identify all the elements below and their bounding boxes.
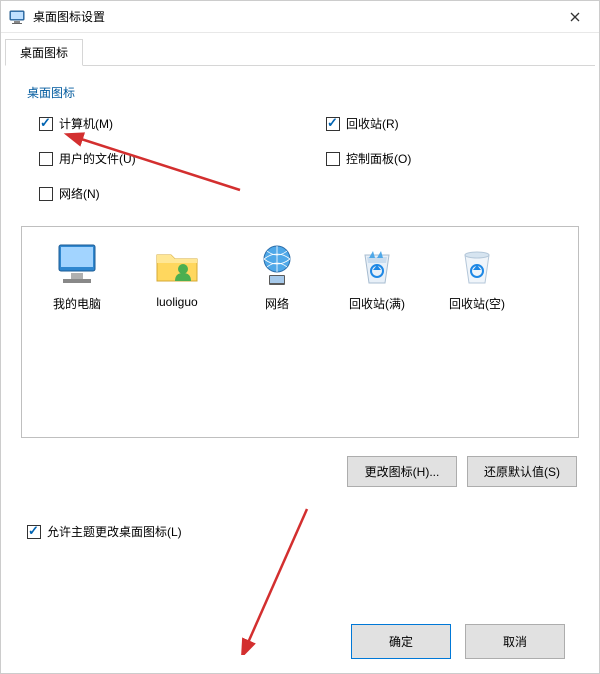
dialog-buttons: 确定 取消 xyxy=(21,614,579,663)
icon-item-recycle-full[interactable]: 回收站(满) xyxy=(332,241,422,312)
checkbox-box xyxy=(39,187,53,201)
recycle-full-icon xyxy=(353,241,401,289)
icon-label: 回收站(空) xyxy=(449,295,505,312)
icon-label: 回收站(满) xyxy=(349,295,405,312)
cancel-button[interactable]: 取消 xyxy=(465,624,565,659)
allow-themes-row: 允许主题更改桌面图标(L) xyxy=(27,523,579,542)
checkbox-label: 网络(N) xyxy=(59,185,100,202)
recycle-empty-icon xyxy=(453,241,501,289)
titlebar: 桌面图标设置 xyxy=(1,1,599,33)
checkbox-userfiles[interactable]: 用户的文件(U) xyxy=(39,150,286,167)
checkbox-box xyxy=(39,117,53,131)
network-icon xyxy=(253,241,301,289)
computer-icon xyxy=(53,241,101,289)
checkbox-box xyxy=(326,117,340,131)
icon-buttons-row: 更改图标(H)... 还原默认值(S) xyxy=(21,456,577,487)
icon-label: 网络 xyxy=(265,295,289,312)
group-label: 桌面图标 xyxy=(27,84,579,101)
window-title: 桌面图标设置 xyxy=(33,8,553,25)
checkbox-allow-themes[interactable]: 允许主题更改桌面图标(L) xyxy=(27,523,182,540)
restore-default-button[interactable]: 还原默认值(S) xyxy=(467,456,577,487)
icon-label: luoliguo xyxy=(156,295,197,309)
icon-item-recycle-empty[interactable]: 回收站(空) xyxy=(432,241,522,312)
checkbox-computer[interactable]: 计算机(M) xyxy=(39,115,286,132)
change-icon-button[interactable]: 更改图标(H)... xyxy=(347,456,457,487)
ok-button[interactable]: 确定 xyxy=(351,624,451,659)
close-button[interactable] xyxy=(553,2,597,32)
checkbox-box xyxy=(326,152,340,166)
content-area: 桌面图标 桌面图标 计算机(M) 回收站(R) 用户的文件(U) xyxy=(1,33,599,673)
checkbox-label: 回收站(R) xyxy=(346,115,399,132)
folder-user-icon xyxy=(153,241,201,289)
tab-strip: 桌面图标 xyxy=(5,39,595,66)
icon-item-network[interactable]: 网络 xyxy=(232,241,322,312)
icon-item-pc[interactable]: 我的电脑 xyxy=(32,241,122,312)
icon-label: 我的电脑 xyxy=(53,295,101,312)
checkbox-controlpanel[interactable]: 控制面板(O) xyxy=(326,150,573,167)
checkbox-recycle[interactable]: 回收站(R) xyxy=(326,115,573,132)
checkbox-network[interactable]: 网络(N) xyxy=(39,185,286,202)
checkbox-label: 控制面板(O) xyxy=(346,150,411,167)
app-icon xyxy=(9,9,25,25)
checkbox-box xyxy=(39,152,53,166)
dialog-window: 桌面图标设置 桌面图标 桌面图标 计算机(M) 回收站(R) 用 xyxy=(0,0,600,674)
icon-item-user[interactable]: luoliguo xyxy=(132,241,222,309)
checkbox-label: 允许主题更改桌面图标(L) xyxy=(47,523,182,540)
checkbox-label: 计算机(M) xyxy=(59,115,113,132)
checkbox-box xyxy=(27,525,41,539)
tab-pane: 桌面图标 计算机(M) 回收站(R) 用户的文件(U) 控制面板(O) xyxy=(1,66,599,673)
icon-preview-box: 我的电脑 luoliguo 网络 回收站(满) 回收站(空) xyxy=(21,226,579,438)
tab-desktop-icons[interactable]: 桌面图标 xyxy=(5,39,83,66)
checkbox-label: 用户的文件(U) xyxy=(59,150,136,167)
checkbox-grid: 计算机(M) 回收站(R) 用户的文件(U) 控制面板(O) 网络(N) xyxy=(21,111,579,214)
